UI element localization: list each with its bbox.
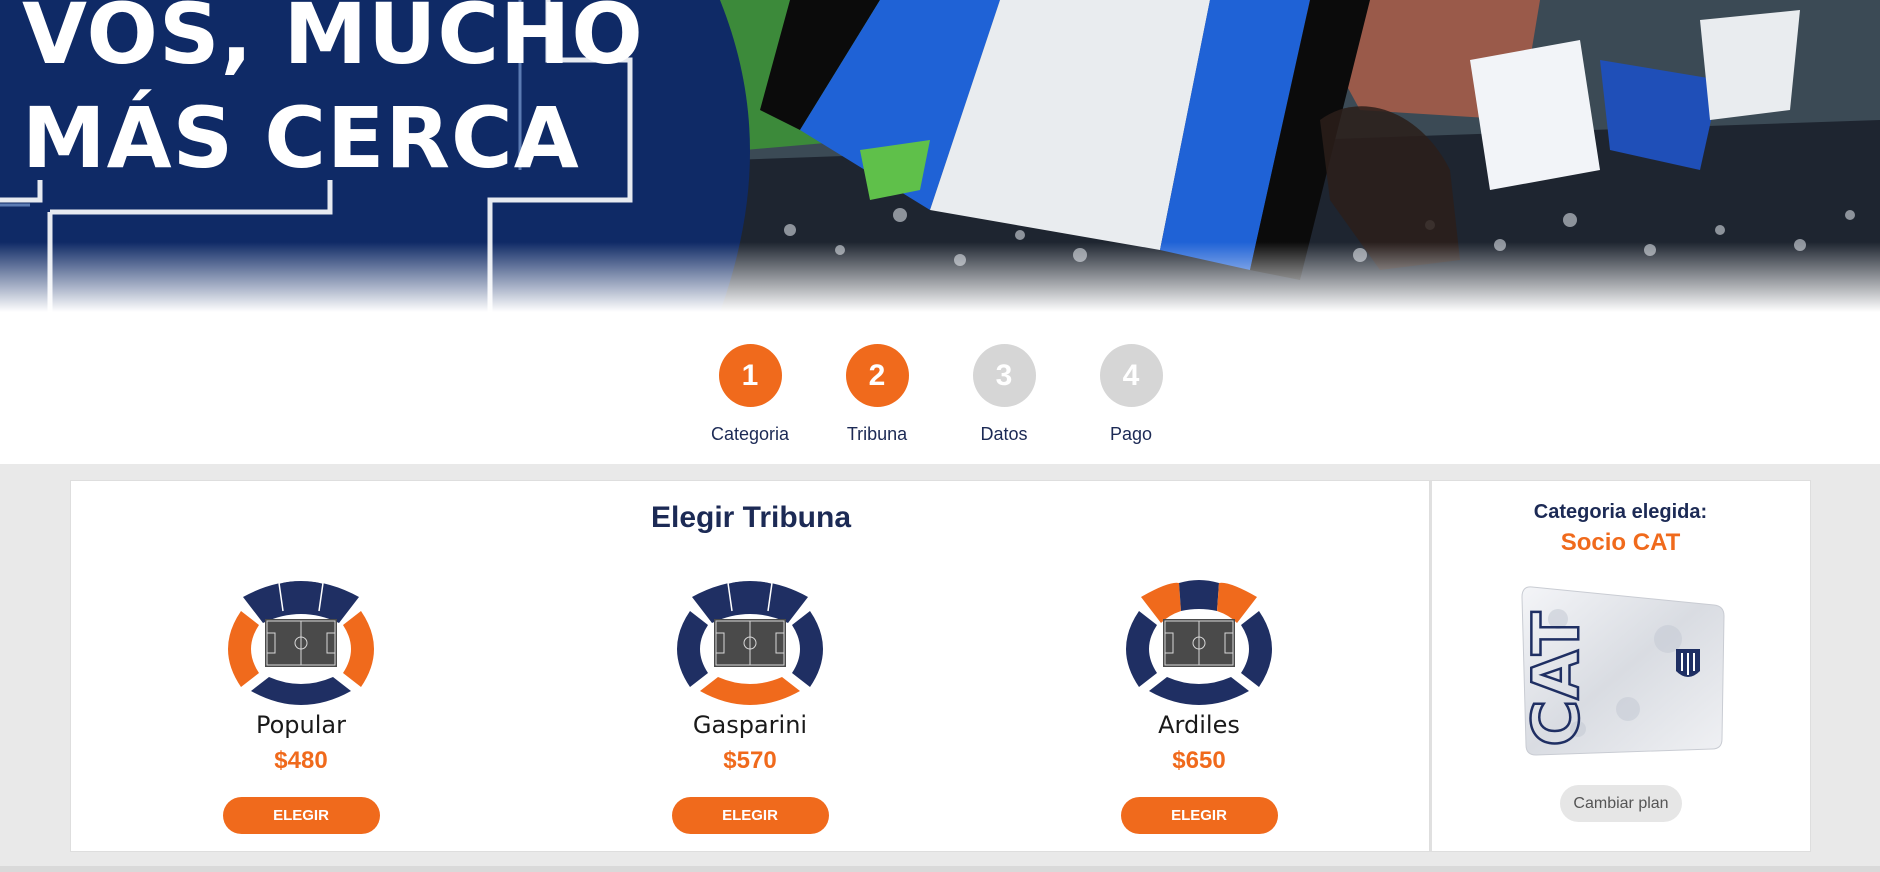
tribuna-price: $650 xyxy=(1172,747,1226,774)
chosen-category-card: Categoria elegida: Socio CAT CAT Cambiar… xyxy=(1430,480,1811,852)
bottom-divider xyxy=(0,866,1880,872)
elegir-ardiles-button[interactable]: ELEGIR xyxy=(1120,797,1278,834)
step-number: 1 xyxy=(718,344,782,407)
tribuna-name: Gasparini xyxy=(692,711,808,739)
membership-card-image: CAT xyxy=(1519,586,1725,756)
elegir-popular-button[interactable]: ELEGIR xyxy=(222,797,380,834)
tribuna-option-ardiles: Ardiles $650 ELEGIR xyxy=(1079,569,1319,834)
tribuna-option-popular: Popular $480 ELEGIR xyxy=(181,569,421,834)
step-number: 2 xyxy=(845,344,909,407)
stadium-map-ardiles-icon xyxy=(1126,580,1272,705)
step-label: Pago xyxy=(1109,424,1153,444)
step-label: Datos xyxy=(980,424,1028,444)
hero-fade xyxy=(0,242,1880,312)
hero-title-line-2: MÁS CERCA xyxy=(22,89,580,187)
step-datos[interactable]: 3 Datos xyxy=(944,344,1064,445)
tribuna-selection-card: Elegir Tribuna Popular $480 ELEGIR Gaspa… xyxy=(70,480,1430,852)
step-categoria[interactable]: 1 Categoria xyxy=(690,344,810,445)
hero-title: VOS, MUCHO MÁS CERCA xyxy=(22,0,644,190)
tribuna-option-gasparini: Gasparini $570 ELEGIR xyxy=(630,569,870,834)
step-pago[interactable]: 4 Pago xyxy=(1071,344,1191,445)
hero-title-line-1: VOS, MUCHO xyxy=(22,0,644,83)
tribuna-price: $570 xyxy=(723,747,777,774)
step-tribuna[interactable]: 2 Tribuna xyxy=(817,344,937,445)
step-label: Categoria xyxy=(710,424,790,444)
step-label: Tribuna xyxy=(846,424,908,444)
tribuna-price: $480 xyxy=(274,747,328,774)
tribuna-name: Popular xyxy=(256,711,346,739)
stepper: 1 Categoria 2 Tribuna 3 Datos 4 Pago xyxy=(0,312,1880,464)
step-number: 3 xyxy=(972,344,1036,407)
card-text: CAT xyxy=(1520,611,1594,747)
stadium-map-gasparini-icon xyxy=(677,579,823,705)
section-title: Elegir Tribuna xyxy=(650,501,852,534)
step-number: 4 xyxy=(1099,344,1163,407)
stadium-map-popular-icon xyxy=(228,579,374,705)
elegir-gasparini-button[interactable]: ELEGIR xyxy=(671,797,829,834)
change-plan-button[interactable]: Cambiar plan xyxy=(1560,785,1682,822)
chosen-category-value: Socio CAT xyxy=(1560,529,1681,556)
page: VOS, MUCHO MÁS CERCA 1 Categoria 2 Tribu… xyxy=(0,0,1880,872)
chosen-category-label: Categoria elegida: xyxy=(1533,501,1708,523)
hero-banner: VOS, MUCHO MÁS CERCA xyxy=(0,0,1880,312)
tribuna-name: Ardiles xyxy=(1158,711,1240,739)
